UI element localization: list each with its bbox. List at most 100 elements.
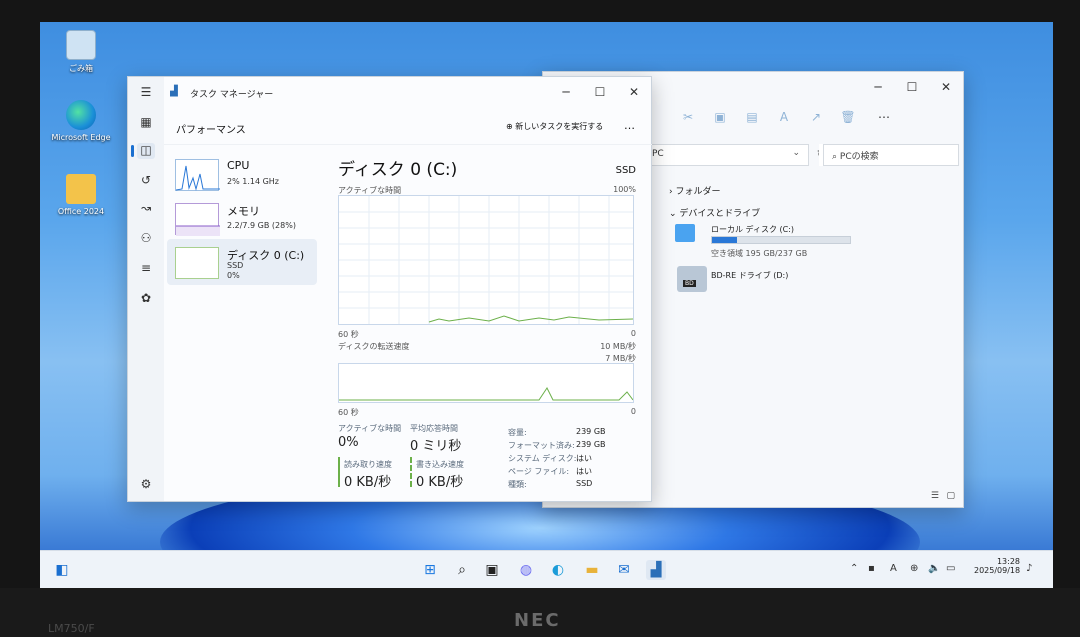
folders-section[interactable]: › フォルダー — [669, 184, 720, 197]
ime-indicator[interactable]: A — [890, 563, 897, 574]
read-value: 0 KB/秒 — [344, 475, 392, 490]
read-indicator — [338, 457, 340, 487]
details-icon[interactable]: ≡ — [137, 261, 155, 277]
detail-type: SSD — [615, 165, 636, 176]
battery-icon[interactable]: ▭ — [946, 563, 955, 574]
tm-sidebar: ☰ ▦ ◫ ↺ ↝ ⚇ ≡ ✿ ⚙ — [128, 77, 164, 501]
graph1-max: 100% — [613, 185, 636, 194]
new-task-button[interactable]: ⊕ 新しいタスクを実行する — [506, 121, 603, 132]
address-bar[interactable]: PC ⌄ — [641, 144, 809, 166]
search-placeholder: PCの検索 — [839, 152, 879, 162]
paste-icon[interactable]: ▤ — [743, 110, 761, 126]
avg-response-value: 0 ミリ秒 — [410, 439, 462, 454]
edge-taskbar-icon[interactable]: ◐ — [548, 560, 568, 580]
tray-chevron-up-icon[interactable]: ⌃ — [850, 563, 858, 574]
minimize-button[interactable]: ─ — [861, 72, 895, 102]
history-icon[interactable]: ↺ — [137, 173, 155, 189]
settings-gear-icon[interactable]: ⚙ — [137, 477, 155, 493]
folders-label: フォルダー — [675, 187, 721, 197]
list-item-disk[interactable]: ディスク 0 (C:) SSD 0% — [167, 239, 317, 285]
task-manager-taskbar-icon[interactable]: ▟ — [646, 560, 666, 580]
chat-icon[interactable]: ◍ — [516, 560, 536, 580]
desktop-icon-label: Office 2024 — [57, 207, 105, 216]
disk-detail-panel: ディスク 0 (C:) SSD アクティブな時間 100% 60 秒 0 ディス… — [326, 145, 652, 503]
minimize-button[interactable]: ─ — [549, 77, 583, 107]
delete-icon[interactable]: 🗑 — [839, 110, 857, 126]
bd-drive-name[interactable]: BD-RE ドライブ (D:) — [711, 270, 788, 281]
task-view-icon[interactable]: ▣ — [482, 560, 502, 580]
prop-key: 容量: — [508, 428, 527, 437]
tray-app-icon[interactable]: ▪ — [868, 563, 875, 574]
start-windows-icon[interactable]: ⊞ — [420, 560, 440, 580]
prop-key: システム ディスク: — [508, 454, 577, 463]
processes-icon[interactable]: ▦ — [137, 115, 155, 131]
clock-time: 13:28 — [996, 557, 1020, 566]
details-view-icon[interactable]: ☰ — [931, 491, 939, 501]
memory-thumb-graph — [175, 203, 220, 236]
close-button[interactable]: ✕ — [617, 77, 651, 107]
edge-icon[interactable]: Microsoft Edge — [46, 100, 116, 142]
item-name: メモリ — [227, 205, 260, 218]
prop-value: はい — [576, 454, 592, 463]
widgets-icon[interactable]: ◧ — [52, 560, 72, 580]
devices-section[interactable]: ⌄ デバイスとドライブ — [669, 206, 760, 219]
more-icon[interactable]: ⋯ — [875, 110, 893, 126]
detail-title: ディスク 0 (C:) — [338, 160, 458, 180]
copy-icon[interactable]: ▣ — [711, 110, 729, 126]
taskbar: ◧ ⊞ ⌕ ▣ ◍ ◐ ▬ ✉ ▟ ⌃ ▪ A ⊕ 🔈 ▭ 13:28 2025… — [40, 550, 1053, 588]
brand-logo: NEC — [514, 610, 561, 631]
maximize-button[interactable]: ☐ — [895, 72, 929, 102]
performance-icon[interactable]: ◫ — [137, 143, 155, 159]
resource-list: CPU 2% 1.14 GHz メモリ 2.2/7.9 GB (28%) ディス… — [164, 145, 322, 503]
search-icon: ⌕ — [832, 152, 840, 162]
write-indicator — [410, 457, 412, 487]
chevron-down-icon: ⌄ — [669, 209, 680, 219]
search-icon[interactable]: ⌕ — [452, 560, 472, 580]
item-sub: 2.2/7.9 GB (28%) — [227, 221, 296, 230]
local-disk-usage-bar — [711, 236, 851, 244]
graph2-max: 10 MB/秒 — [600, 342, 636, 351]
recycle-bin-icon[interactable]: ごみ箱 — [46, 30, 116, 74]
rename-icon[interactable]: A — [775, 110, 793, 126]
tiles-view-icon[interactable]: ▢ — [946, 491, 955, 501]
bd-drive-icon: BD — [677, 266, 707, 292]
task-manager-window: ☰ ▦ ◫ ↺ ↝ ⚇ ≡ ✿ ⚙ ▟ タスク マネージャー ─ ☐ ✕ パフォ… — [127, 76, 652, 502]
search-input[interactable]: ⌕ PCの検索 — [823, 144, 959, 166]
local-disk-free: 空き領域 195 GB/237 GB — [711, 249, 808, 258]
chevron-down-icon[interactable]: ⌄ — [792, 148, 800, 158]
item-sub: SSD — [227, 261, 244, 270]
model-label: LM750/F — [48, 622, 95, 635]
maximize-button[interactable]: ☐ — [583, 77, 617, 107]
mail-icon[interactable]: ✉ — [614, 560, 634, 580]
transfer-rate-graph — [338, 363, 634, 403]
services-icon[interactable]: ✿ — [137, 291, 155, 307]
prop-value: 239 GB — [576, 427, 606, 436]
new-task-label: 新しいタスクを実行する — [515, 122, 604, 131]
close-button[interactable]: ✕ — [929, 72, 963, 102]
office-folder-icon[interactable]: Office 2024 — [46, 174, 116, 216]
users-icon[interactable]: ⚇ — [137, 231, 155, 247]
startup-icon[interactable]: ↝ — [137, 201, 155, 217]
file-explorer-taskbar-icon[interactable]: ▬ — [582, 560, 602, 580]
prop-key: フォーマット済み: — [508, 441, 575, 450]
notification-bell-icon[interactable]: ♪ — [1026, 563, 1032, 574]
list-item-memory[interactable]: メモリ 2.2/7.9 GB (28%) — [167, 195, 317, 241]
graph2-xmin: 0 — [630, 407, 636, 416]
volume-icon[interactable]: 🔈 — [928, 563, 940, 574]
new-task-icon: ⊕ — [506, 122, 516, 131]
write-label: 書き込み速度 — [416, 460, 464, 469]
more-options-icon[interactable]: … — [624, 119, 635, 132]
tm-app-icon: ▟ — [170, 86, 178, 97]
graph1-xlabel: 60 秒 — [338, 330, 359, 339]
active-time-value: 0% — [338, 435, 359, 450]
cut-icon[interactable]: ✂ — [679, 110, 697, 126]
desktop-icon-label: ごみ箱 — [69, 64, 93, 73]
bd-badge: BD — [683, 280, 696, 287]
list-item-cpu[interactable]: CPU 2% 1.14 GHz — [167, 151, 317, 197]
graph2-xlabel: 60 秒 — [338, 408, 359, 417]
share-icon[interactable]: ↗ — [807, 110, 825, 126]
network-icon[interactable]: ⊕ — [910, 563, 918, 574]
local-disk-name[interactable]: ローカル ディスク (C:) — [711, 224, 794, 235]
clock-date: 2025/09/18 — [974, 566, 1021, 575]
clock[interactable]: 13:28 2025/09/18 — [974, 557, 1020, 575]
